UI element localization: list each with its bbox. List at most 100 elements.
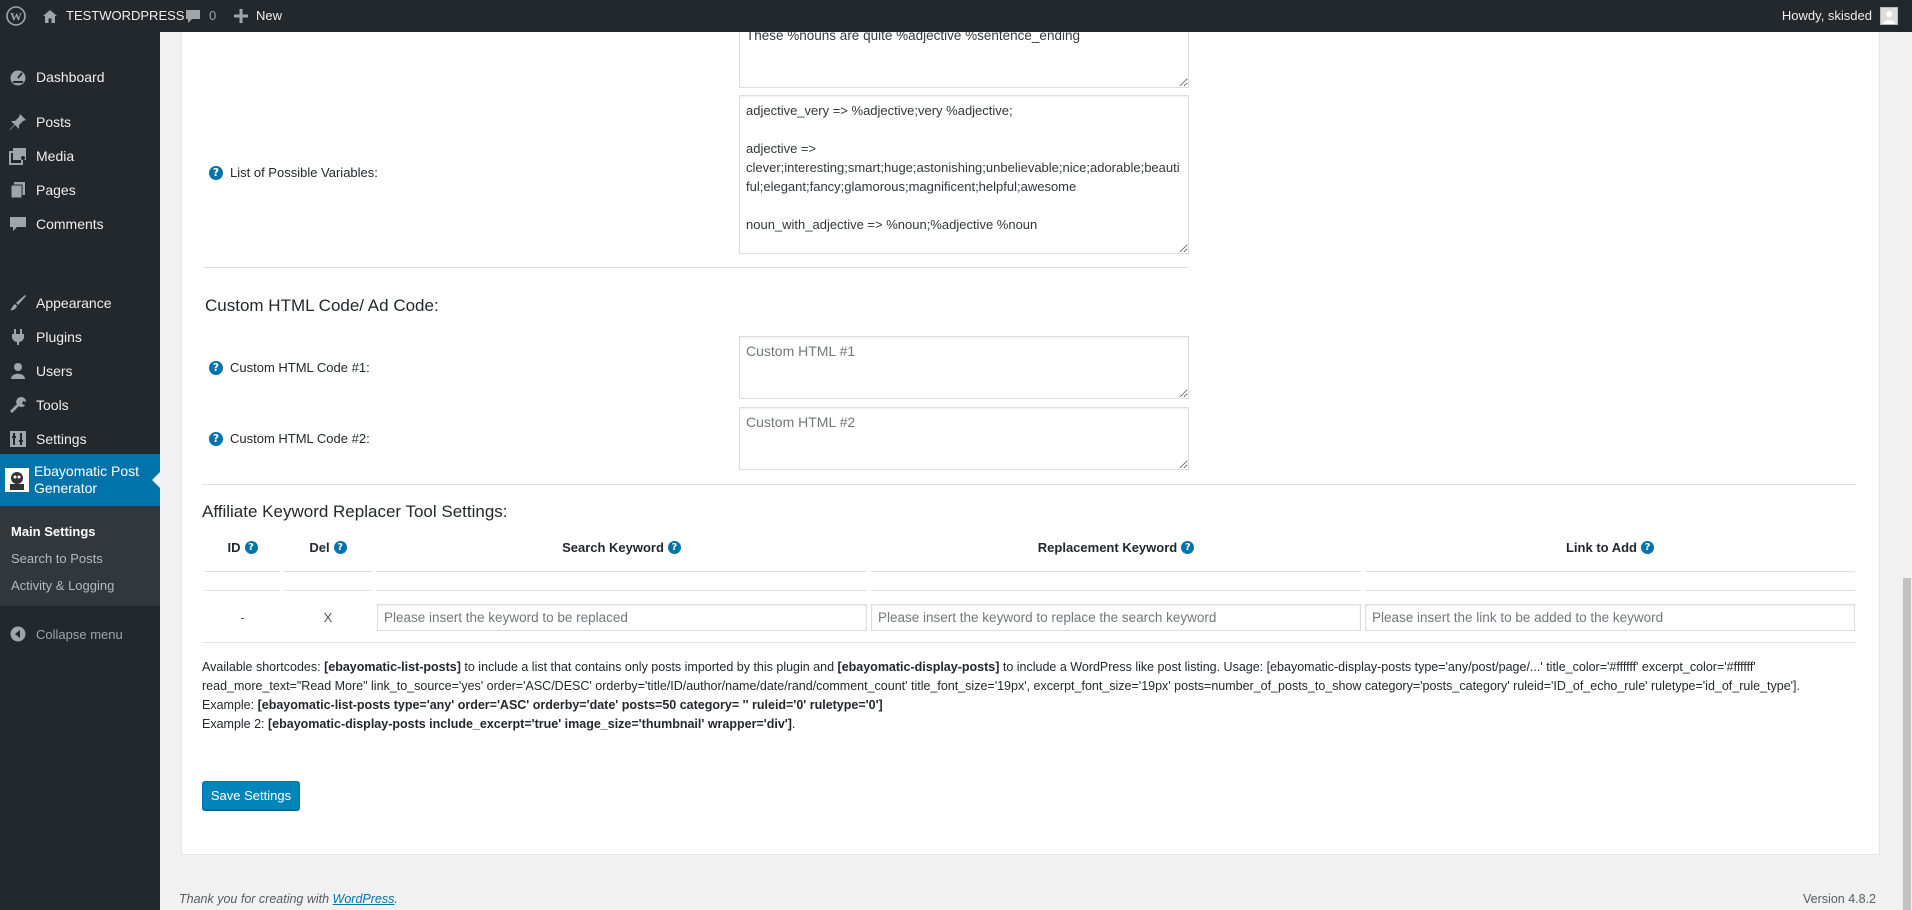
help-icon[interactable]: ? (1181, 541, 1195, 554)
divider (205, 571, 280, 572)
th-search-keyword: Search Keyword? (376, 540, 867, 555)
shortcodes-help-text: Available shortcodes: [ebayomatic-list-p… (202, 658, 1822, 734)
sidebar-item-label: Pages (36, 182, 76, 198)
th-del-label: Del (309, 540, 330, 555)
help-icon[interactable]: ? (209, 360, 223, 375)
divider (202, 484, 1856, 485)
example-2-label: Example 2: (202, 717, 269, 731)
sidebar-item-label: Settings (36, 431, 87, 447)
help-icon[interactable]: ? (209, 431, 223, 446)
footer-version: Version 4.8.2 (1803, 892, 1876, 906)
divider (202, 642, 1856, 643)
page-scrollbar-thumb[interactable] (1903, 578, 1911, 910)
divider (871, 590, 1361, 591)
wordpress-logo-icon[interactable]: W (6, 0, 26, 32)
submenu-activity-logging[interactable]: Activity & Logging (11, 578, 114, 593)
sidebar-item-pages[interactable]: Pages (0, 173, 160, 207)
variables-textarea[interactable]: adjective_very => %adjective;very %adjec… (739, 95, 1189, 254)
sidebar-item-label: Appearance (36, 295, 112, 311)
sidebar-item-dashboard[interactable]: Dashboard (0, 60, 160, 94)
submenu-search-to-posts[interactable]: Search to Posts (11, 551, 103, 566)
help-icon[interactable]: ? (244, 541, 258, 554)
sidebar-item-label: Posts (36, 114, 72, 130)
sidebar-item-label: Comments (36, 216, 104, 232)
divider (376, 571, 867, 572)
sidebar-item-label: Media (36, 148, 75, 164)
collapse-arrow-icon (0, 626, 36, 642)
help-icon[interactable]: ? (1641, 541, 1654, 554)
wrench-icon (0, 396, 36, 414)
new-content-link[interactable]: New (234, 0, 282, 32)
sidebar-item-ebayomatic[interactable]: Ebayomatic Post Generator (0, 454, 160, 506)
my-account-link[interactable]: Howdy, skisded (1782, 0, 1898, 32)
user-icon (0, 362, 36, 380)
svg-text:W: W (10, 10, 22, 24)
comments-count: 0 (209, 8, 217, 23)
custom-html-1-textarea[interactable] (739, 336, 1189, 399)
custom-html-2-label-row: ? Custom HTML Code #2: (209, 431, 370, 446)
variables-label: List of Possible Variables: (230, 165, 378, 180)
help-icon[interactable]: ? (209, 165, 223, 180)
info-text: . (791, 717, 796, 731)
custom-html-1-label: Custom HTML Code #1: (230, 360, 370, 375)
custom-html-2-textarea[interactable] (739, 407, 1189, 470)
link-to-add-input[interactable] (1365, 604, 1855, 631)
new-row-id: - (240, 610, 245, 625)
wordpress-link[interactable]: WordPress (333, 892, 395, 906)
home-icon (42, 9, 58, 24)
divider (204, 267, 1189, 268)
site-name-link[interactable]: TESTWORDPRESS (42, 0, 184, 32)
plugin-icon (0, 328, 36, 346)
replacement-keyword-input[interactable] (871, 604, 1361, 631)
divider (284, 571, 372, 572)
sidebar-item-comments[interactable]: Comments (0, 207, 160, 241)
info-text: Available shortcodes: (202, 660, 325, 674)
th-link-to-add-label: Link to Add (1565, 540, 1637, 555)
th-del: Del? (284, 540, 372, 555)
collapse-menu-button[interactable]: Collapse menu (0, 617, 160, 651)
comment-bubble-icon (185, 9, 201, 24)
collapse-menu-label: Collapse menu (36, 626, 123, 642)
sidebar-item-plugins[interactable]: Plugins (0, 320, 160, 354)
pin-icon (0, 113, 36, 131)
delete-row-button[interactable]: X (284, 610, 372, 625)
divider (871, 571, 1361, 572)
shortcode-list-posts: [ebayomatic-list-posts] (324, 660, 461, 674)
example-2-code: [ebayomatic-display-posts include_excerp… (268, 717, 792, 731)
plugin-submenu: Main Settings Search to Posts Activity &… (0, 506, 160, 606)
help-icon[interactable]: ? (333, 541, 347, 554)
help-icon[interactable]: ? (667, 541, 681, 554)
ebayomatic-logo-icon (0, 468, 34, 492)
new-label: New (256, 8, 283, 23)
admin-bar: W TESTWORDPRESS 0 New Howdy, skisded (0, 0, 1912, 32)
sidebar-item-label: Tools (36, 397, 69, 413)
divider (1365, 590, 1855, 591)
brush-icon (0, 294, 36, 312)
th-link-to-add: Link to Add? (1365, 540, 1855, 555)
plus-icon (234, 9, 248, 23)
th-id-label: ID (227, 540, 241, 555)
variables-label-row: ? List of Possible Variables: (209, 165, 378, 180)
sidebar-item-posts[interactable]: Posts (0, 105, 160, 139)
media-icon (0, 147, 36, 165)
sidebar-item-settings[interactable]: Settings (0, 422, 160, 456)
comments-link[interactable]: 0 (185, 0, 216, 32)
admin-sidebar: Dashboard Posts Media Pages Comments App… (0, 32, 160, 910)
submenu-main-settings[interactable]: Main Settings (11, 524, 96, 539)
site-name: TESTWORDPRESS (66, 8, 185, 23)
sidebar-item-label: Dashboard (36, 69, 105, 85)
sidebar-item-appearance[interactable]: Appearance (0, 286, 160, 320)
active-arrow-icon (152, 472, 160, 488)
divider (1365, 571, 1855, 572)
th-replacement-keyword: Replacement Keyword? (871, 540, 1361, 555)
sidebar-item-tools[interactable]: Tools (0, 388, 160, 422)
th-search-keyword-label: Search Keyword (562, 540, 664, 555)
affiliate-section-title: Affiliate Keyword Replacer Tool Settings… (202, 502, 508, 521)
info-text: to include a list that contains only pos… (460, 660, 838, 674)
save-settings-button[interactable]: Save Settings (202, 781, 300, 810)
sidebar-item-label: Ebayomatic Post Generator (34, 463, 140, 496)
sidebar-item-media[interactable]: Media (0, 139, 160, 173)
search-keyword-input[interactable] (377, 604, 867, 631)
sidebar-item-users[interactable]: Users (0, 354, 160, 388)
divider (284, 590, 372, 591)
